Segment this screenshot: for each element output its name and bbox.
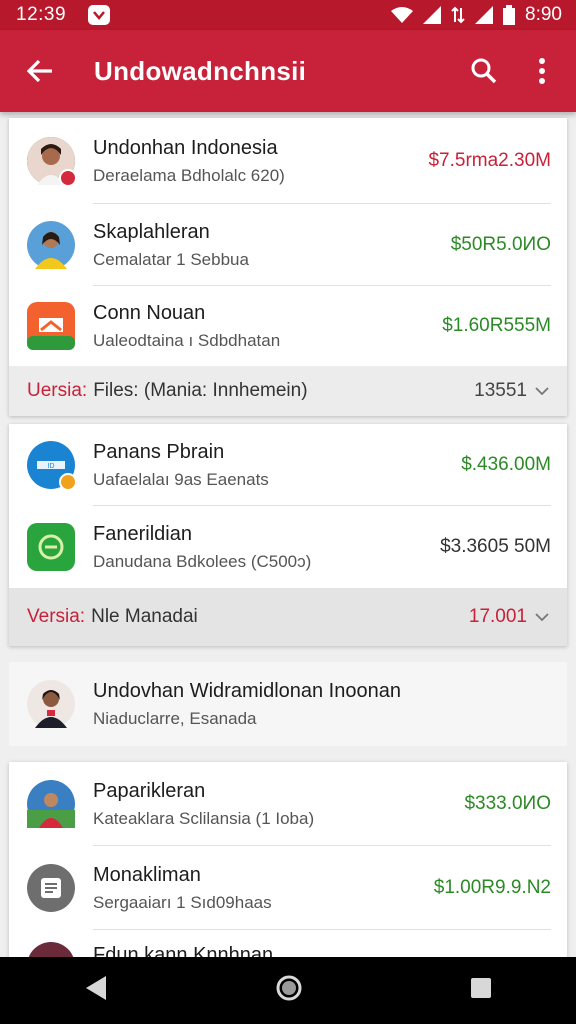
item-amount: $1.60R555M bbox=[442, 315, 551, 336]
item-amount: $7.5rma2.30M bbox=[428, 150, 551, 171]
item-amount: $.436.00M bbox=[461, 454, 551, 475]
item-amount: $1.00R9.9.N2 bbox=[433, 877, 551, 898]
svg-text:ID: ID bbox=[48, 463, 55, 470]
nav-recents-button[interactable] bbox=[470, 977, 492, 1004]
search-icon bbox=[471, 58, 497, 84]
section-label: Files: (Mania: Innhemein) bbox=[93, 380, 308, 401]
item-amount: $333.0ИO bbox=[464, 793, 551, 814]
status-badge bbox=[59, 473, 77, 491]
signal-icon bbox=[423, 6, 442, 24]
app-icon: ID bbox=[27, 441, 77, 491]
item-subtitle: Cemalatar 1 Sebbua bbox=[93, 249, 249, 269]
item-name: Monakliman bbox=[93, 863, 201, 886]
triangle-back-icon bbox=[85, 976, 106, 1000]
battery-text: 8:90 bbox=[525, 4, 562, 25]
avatar bbox=[27, 137, 77, 187]
list-item[interactable]: Fanerildian Danudana Bdkolees (C500ɔ) $3… bbox=[9, 506, 567, 588]
status-bar: 12:39 8:90 bbox=[0, 0, 576, 30]
item-name: Undovhan Widramidlonan Inoonan bbox=[93, 679, 401, 702]
home-circle-icon bbox=[276, 975, 302, 1001]
battery-icon bbox=[503, 5, 516, 25]
avatar bbox=[27, 780, 75, 828]
more-options-button[interactable] bbox=[520, 49, 564, 93]
arrow-back-icon bbox=[27, 59, 52, 83]
item-name: Paparikleran bbox=[93, 779, 206, 802]
item-subtitle: Kateaklara Sclilansia (1 Ioba) bbox=[93, 808, 315, 828]
nav-back-button[interactable] bbox=[84, 975, 108, 1006]
page-title: Undowadnchnsii bbox=[94, 55, 307, 86]
list-item[interactable]: Conn Nouan Ualeodtaina ı Sdbdhatan $1.60… bbox=[9, 286, 567, 366]
item-name: Skaplahleran bbox=[93, 220, 210, 243]
navigation-bar bbox=[0, 957, 576, 1024]
app-icon bbox=[27, 302, 75, 350]
section-label: Nle Manadai bbox=[91, 606, 198, 627]
item-subtitle: Danudana Bdkolees (C500ɔ) bbox=[93, 551, 312, 571]
list-item[interactable]: ID Panans Pbrain Uafaelalaı 9as Eaenats … bbox=[9, 424, 567, 506]
app-bar: Undowadnchnsii bbox=[0, 30, 576, 112]
section-label-prefix: Uersia: bbox=[27, 380, 88, 401]
chevron-down-icon bbox=[535, 613, 549, 622]
item-name: Panans Pbrain bbox=[93, 440, 225, 463]
avatar bbox=[27, 221, 75, 269]
item-name: Undonhan Indonesia bbox=[93, 136, 278, 159]
avatar bbox=[27, 680, 75, 728]
search-button[interactable] bbox=[462, 49, 506, 93]
account-card-3: Paparikleran Kateaklara Sclilansia (1 Io… bbox=[9, 762, 567, 990]
section-header[interactable]: Uersia: Files: (Mania: Innhemein) 13551 bbox=[9, 366, 567, 416]
data-sync-icon bbox=[451, 6, 465, 24]
item-subtitle: Sergaaiarı 1 Sıd09haas bbox=[93, 892, 272, 912]
status-time: 12:39 bbox=[16, 4, 67, 25]
section-label-prefix: Versia: bbox=[27, 606, 86, 627]
section-count: 17.001 bbox=[468, 606, 527, 627]
list-item[interactable]: Undovhan Widramidlonan Inoonan Niaduclar… bbox=[9, 662, 567, 746]
list-item[interactable]: Skaplahleran Cemalatar 1 Sebbua $50R5.0И… bbox=[9, 204, 567, 286]
item-subtitle: Uafaelalaı 9as Eaenats bbox=[93, 469, 269, 489]
app-icon bbox=[27, 523, 75, 571]
notification-icon bbox=[88, 5, 111, 25]
item-amount: $3.3605 50M bbox=[440, 536, 551, 557]
back-button[interactable] bbox=[18, 49, 62, 93]
nav-home-button[interactable] bbox=[275, 974, 303, 1007]
section-count: 13551 bbox=[474, 380, 527, 401]
item-subtitle: Niaduclarre, Esanada bbox=[93, 708, 257, 728]
list-item[interactable]: Paparikleran Kateaklara Sclilansia (1 Io… bbox=[9, 762, 567, 846]
more-vert-icon bbox=[539, 58, 545, 84]
wifi-icon bbox=[391, 7, 414, 23]
square-recents-icon bbox=[471, 978, 492, 998]
status-badge bbox=[59, 169, 77, 187]
list-item[interactable]: Undonhan Indonesia Deraelama Bdholalc 62… bbox=[9, 118, 567, 204]
account-card-1: Undonhan Indonesia Deraelama Bdholalc 62… bbox=[9, 118, 567, 416]
list-item[interactable]: Monakliman Sergaaiarı 1 Sıd09haas $1.00R… bbox=[9, 846, 567, 930]
item-subtitle: Ualeodtaina ı Sdbdhatan bbox=[93, 330, 281, 350]
account-card-2: ID Panans Pbrain Uafaelalaı 9as Eaenats … bbox=[9, 424, 567, 646]
chevron-down-icon bbox=[535, 387, 549, 396]
item-name: Conn Nouan bbox=[93, 301, 206, 324]
item-name: Fanerildian bbox=[93, 522, 192, 545]
item-subtitle: Deraelama Bdholalc 620) bbox=[93, 165, 285, 185]
item-amount: $50R5.0ИO bbox=[450, 234, 551, 255]
section-header[interactable]: Versia: Nle Manadai 17.001 bbox=[9, 588, 567, 646]
signal-icon-2 bbox=[475, 6, 494, 24]
app-icon bbox=[27, 864, 75, 912]
